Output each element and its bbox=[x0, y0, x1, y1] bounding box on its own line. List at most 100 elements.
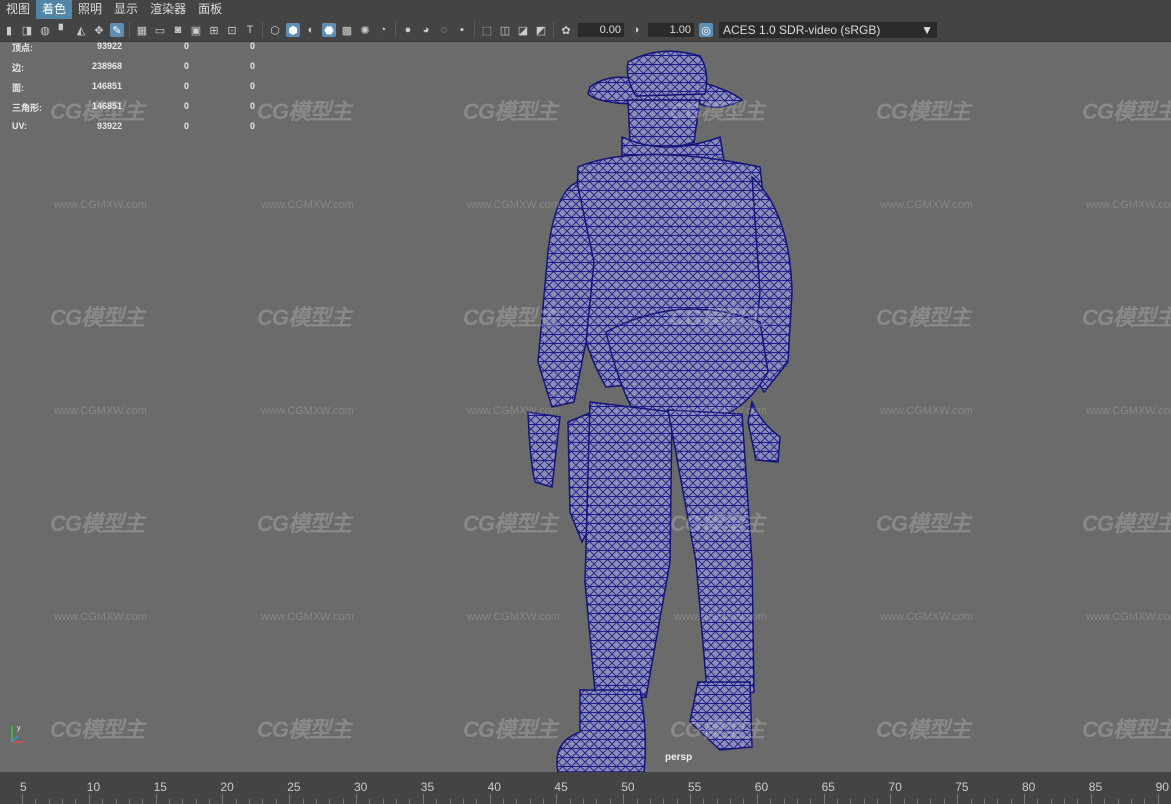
anti-aliasing-icon[interactable]: ◌ bbox=[437, 23, 451, 37]
use-default-material-icon[interactable]: ◐ bbox=[304, 23, 318, 37]
field-chart-icon[interactable]: ⊞ bbox=[207, 23, 221, 37]
textured-icon[interactable]: ▩ bbox=[340, 23, 354, 37]
toolbar-divider bbox=[129, 22, 130, 38]
stat-selected: 0 bbox=[184, 81, 190, 91]
watermark-url: www.CGMXW.com bbox=[54, 199, 147, 211]
frame-tick bbox=[342, 799, 344, 804]
frame-tick bbox=[569, 799, 571, 804]
frame-tick bbox=[890, 794, 892, 804]
watermark-url: www.CGMXW.com bbox=[261, 405, 354, 417]
exposure-field[interactable] bbox=[578, 23, 624, 37]
menu-bar: 视图 着色 照明 显示 渲染器 面板 bbox=[0, 0, 1171, 19]
view-transform-dropdown[interactable]: ACES 1.0 SDR-video (sRGB) ▼ bbox=[719, 22, 937, 38]
wireframe-icon[interactable]: ⬡ bbox=[268, 23, 282, 37]
frame-tick-label: 20 bbox=[220, 780, 234, 794]
gamma-field[interactable] bbox=[648, 23, 694, 37]
safe-title-icon[interactable]: T bbox=[243, 23, 257, 37]
frame-tick bbox=[930, 799, 932, 804]
stat-row: 面: 146851 0 0 bbox=[12, 81, 272, 95]
menu-item[interactable]: 渲染器 bbox=[144, 0, 192, 19]
grid-icon[interactable]: ▦ bbox=[135, 23, 149, 37]
frame-tick bbox=[142, 799, 144, 804]
frame-tick bbox=[262, 799, 264, 804]
frame-tick bbox=[663, 799, 665, 804]
stat-label: UV: bbox=[12, 121, 28, 131]
xray-joints-icon[interactable]: ◪ bbox=[516, 23, 530, 37]
camera-attributes-icon[interactable]: ◨ bbox=[20, 23, 34, 37]
frame-tick-label: 30 bbox=[354, 780, 368, 794]
frame-tick bbox=[877, 799, 879, 804]
select-camera-icon[interactable]: ▮ bbox=[2, 23, 16, 37]
axis-gizmo-icon: y bbox=[11, 725, 24, 743]
frame-tick-label: 60 bbox=[754, 780, 769, 794]
character-mesh[interactable] bbox=[0, 42, 1171, 772]
watermark-logo: CG模型主 bbox=[876, 511, 971, 536]
toolbar-divider bbox=[395, 22, 396, 38]
menu-item[interactable]: 着色 bbox=[36, 0, 73, 19]
frame-tick bbox=[1090, 794, 1092, 804]
image-plane-icon[interactable]: ◭ bbox=[74, 23, 88, 37]
frame-tick-label: 35 bbox=[420, 780, 435, 794]
gate-mask-icon[interactable]: ▣ bbox=[189, 23, 203, 37]
watermark-url: www.CGMXW.com bbox=[1086, 405, 1171, 417]
frame-tick bbox=[783, 799, 785, 804]
frame-tick bbox=[1010, 799, 1012, 804]
frame-tick bbox=[836, 799, 838, 804]
watermark-logo: CG模型主 bbox=[670, 511, 765, 536]
screen-space-ao-icon[interactable]: ● bbox=[401, 23, 415, 37]
frame-tick bbox=[649, 799, 651, 804]
frame-tick bbox=[636, 799, 638, 804]
watermark-logo: CG模型主 bbox=[257, 717, 352, 742]
menu-item[interactable]: 视图 bbox=[0, 0, 36, 19]
frame-tick bbox=[743, 799, 745, 804]
shadows-icon[interactable]: ◔ bbox=[376, 23, 390, 37]
xray-components-icon[interactable]: ◩ bbox=[534, 23, 548, 37]
depth-of-field-icon[interactable]: ▪ bbox=[455, 23, 469, 37]
frame-tick bbox=[155, 794, 157, 804]
frame-tick-label: 50 bbox=[621, 780, 635, 794]
perspective-viewport[interactable]: CG模型主 CG模型主 CG模型主 CG模型主 www.CGMXW.com www.CGM… bbox=[0, 42, 1171, 772]
exposure-icon[interactable]: ✿ bbox=[559, 23, 573, 37]
resolution-gate-icon[interactable]: ◙ bbox=[171, 23, 185, 37]
motion-blur-icon[interactable]: ◕ bbox=[419, 23, 433, 37]
frame-tick bbox=[449, 799, 451, 804]
xray-icon[interactable]: ◫ bbox=[498, 23, 512, 37]
bookmark-icon[interactable]: ▘ bbox=[56, 23, 70, 37]
time-slider[interactable]: 5 10 15 20 25 30 35 40 45 50 55 60 65 70 75 80 85 90 bbox=[0, 772, 1171, 804]
two-d-pan-icon[interactable]: ✥ bbox=[92, 23, 106, 37]
gamma-icon[interactable]: ◑ bbox=[629, 23, 643, 37]
frame-tick-label: 75 bbox=[955, 780, 969, 794]
menu-item[interactable]: 照明 bbox=[72, 0, 108, 19]
stat-label: 顶点: bbox=[12, 43, 33, 53]
watermark-logo: CG模型主 bbox=[876, 305, 971, 330]
frame-tick bbox=[703, 799, 705, 804]
frame-tick bbox=[409, 799, 411, 804]
color-management-icon[interactable]: ◎ bbox=[699, 23, 713, 37]
safe-action-icon[interactable]: ⊡ bbox=[225, 23, 239, 37]
frame-tick bbox=[476, 799, 478, 804]
frame-tick-label: 85 bbox=[1088, 780, 1103, 794]
camera-tumble-icon[interactable]: ◍ bbox=[38, 23, 52, 37]
grease-pencil-icon[interactable]: ✎ bbox=[110, 23, 124, 37]
chevron-down-icon: ▼ bbox=[921, 23, 933, 37]
frame-tick bbox=[102, 799, 104, 804]
frame-tick bbox=[1104, 799, 1106, 804]
stat-total: 146851 bbox=[91, 101, 122, 111]
isolate-select-icon[interactable]: ⬚ bbox=[480, 23, 494, 37]
frame-tick bbox=[235, 799, 237, 804]
stat-triangles-selected: 0 bbox=[250, 41, 256, 51]
film-gate-icon[interactable]: ▭ bbox=[153, 23, 167, 37]
menu-item[interactable]: 显示 bbox=[108, 0, 144, 19]
use-all-lights-icon[interactable]: ✺ bbox=[358, 23, 372, 37]
frame-tick-label: 55 bbox=[688, 780, 702, 794]
frame-tick bbox=[302, 799, 304, 804]
smooth-shade-icon[interactable]: ⬢ bbox=[286, 23, 300, 37]
frame-tick bbox=[329, 799, 331, 804]
frame-tick bbox=[356, 794, 357, 804]
frame-tick bbox=[222, 794, 224, 804]
stat-total: 146851 bbox=[91, 81, 122, 91]
frame-tick-label: 65 bbox=[821, 780, 835, 794]
watermark-logo: CG模型主 bbox=[50, 717, 145, 742]
menu-item[interactable]: 面板 bbox=[192, 0, 228, 19]
wireframe-on-shaded-icon[interactable]: ⬣ bbox=[322, 23, 336, 37]
